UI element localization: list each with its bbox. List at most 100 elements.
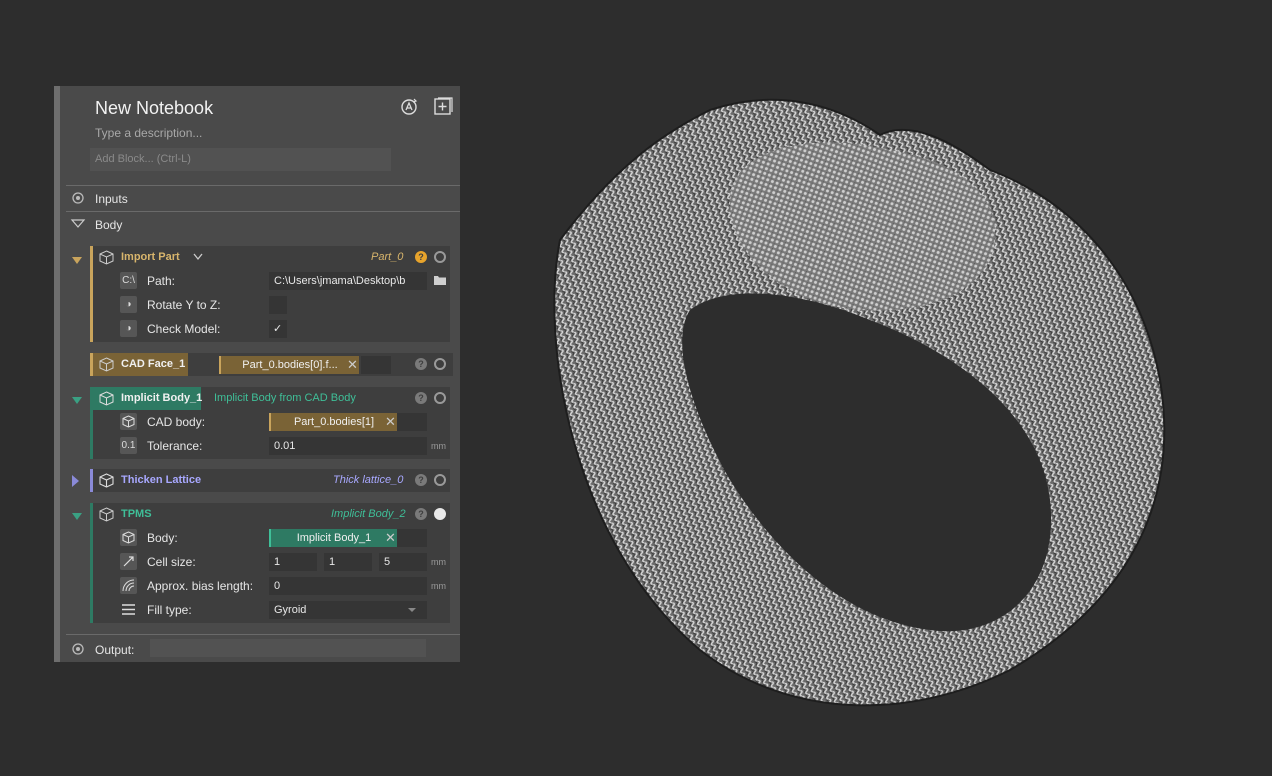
path-row: C:\ Path: C:\Users\jmama\Desktop\b: [93, 269, 450, 293]
status-dot-icon[interactable]: [434, 392, 446, 404]
chevron-down-icon[interactable]: [193, 253, 203, 261]
remove-icon[interactable]: ✕: [385, 413, 396, 431]
import-part-expand-icon[interactable]: [72, 257, 82, 264]
import-part-name: Import Part: [121, 251, 180, 263]
output-label: Output:: [95, 643, 135, 657]
half-circle-icon: ◑: [120, 320, 137, 337]
path-input[interactable]: C:\Users\jmama\Desktop\b: [269, 272, 427, 290]
tpms-block: TPMS Implicit Body_2 ? Body: Implicit Bo…: [90, 503, 450, 623]
folder-icon[interactable]: [433, 274, 447, 286]
fill-type-select[interactable]: Gyroid: [269, 601, 427, 619]
remove-icon[interactable]: ✕: [347, 356, 358, 374]
bias-label: Approx. bias length:: [147, 579, 254, 593]
tpms-body-chip[interactable]: Implicit Body_1: [269, 529, 397, 547]
implicit-cube-icon: [99, 391, 114, 406]
half-circle-icon: ◑: [120, 296, 137, 313]
help-icon[interactable]: ?: [415, 392, 427, 404]
tolerance-icon: 0.1: [120, 437, 137, 454]
diagonal-arrow-icon: [120, 553, 137, 570]
fill-type-row: Fill type: Gyroid: [93, 598, 450, 622]
import-part-header[interactable]: Import Part Part_0 ?: [93, 246, 450, 269]
cad-face-chip[interactable]: Part_0.bodies[0].f...: [219, 356, 359, 374]
import-part-tag: Part_0: [371, 251, 404, 263]
remove-icon[interactable]: ✕: [385, 529, 396, 547]
inputs-section[interactable]: Inputs: [66, 185, 460, 211]
thicken-tag: Thick lattice_0: [333, 474, 404, 486]
output-field[interactable]: [150, 639, 426, 657]
help-icon[interactable]: ?: [415, 251, 427, 263]
cad-face-name: CAD Face_1: [121, 358, 186, 370]
tpms-body-row: Body: Implicit Body_1 ✕: [93, 526, 450, 550]
cad-body-input[interactable]: [397, 413, 427, 431]
tpms-expand-icon[interactable]: [72, 513, 82, 520]
list-icon: [122, 604, 135, 615]
tolerance-label: Tolerance:: [147, 439, 203, 453]
implicit-body-expand-icon[interactable]: [72, 397, 82, 404]
status-dot-filled-icon[interactable]: [434, 508, 446, 520]
cube-icon: [120, 413, 137, 430]
thicken-lattice-block: Thicken Lattice Thick lattice_0 ?: [90, 469, 450, 492]
cell-size-row: Cell size: 1 1 5 mm: [93, 550, 450, 574]
inputs-label: Inputs: [95, 192, 128, 206]
notebook-title[interactable]: New Notebook: [95, 98, 213, 119]
notebook-description[interactable]: Type a description...: [95, 126, 202, 140]
bias-input[interactable]: 0: [269, 577, 427, 595]
gear-cube-icon: [72, 192, 84, 204]
new-notebook-icon[interactable]: [432, 96, 454, 118]
tpms-body-label: Body:: [147, 531, 178, 545]
path-icon: C:\: [120, 272, 137, 289]
regenerate-icon[interactable]: [398, 96, 420, 118]
cad-body-row: CAD body: Part_0.bodies[1] ✕: [93, 410, 450, 434]
import-part-block: Import Part Part_0 ? C:\ Path: C:\Users\…: [90, 246, 450, 342]
help-icon[interactable]: ?: [415, 508, 427, 520]
cube-icon: [99, 357, 114, 372]
fill-type-label: Fill type:: [147, 603, 192, 617]
tolerance-row: 0.1 Tolerance: 0.01 mm: [93, 434, 450, 458]
tolerance-input[interactable]: 0.01: [269, 437, 427, 455]
chevron-down-icon[interactable]: [407, 607, 417, 613]
implicit-cube-icon: [120, 529, 137, 546]
status-dot-icon[interactable]: [434, 251, 446, 263]
check-row: ◑ Check Model: ✓: [93, 317, 450, 341]
bias-unit: mm: [431, 581, 446, 591]
rotate-row: ◑ Rotate Y to Z:: [93, 293, 450, 317]
cell-size-x-input[interactable]: 1: [269, 553, 317, 571]
cell-size-y-input[interactable]: 1: [324, 553, 372, 571]
cad-face-header[interactable]: CAD Face_1 Part_0.bodies[0].f... ✕ ?: [93, 353, 453, 376]
cell-size-z-input[interactable]: 5: [379, 553, 427, 571]
tpms-header[interactable]: TPMS Implicit Body_2 ?: [93, 503, 450, 526]
body-section[interactable]: Body: [66, 211, 460, 237]
cell-size-unit: mm: [431, 557, 446, 567]
rotate-label: Rotate Y to Z:: [147, 298, 221, 312]
thicken-name: Thicken Lattice: [121, 474, 202, 486]
cad-face-input[interactable]: [361, 356, 391, 374]
cube-icon: [99, 250, 114, 265]
cad-body-label: CAD body:: [147, 415, 206, 429]
implicit-cube-icon: [99, 507, 114, 522]
implicit-body-subtitle: Implicit Body from CAD Body: [214, 392, 356, 404]
help-icon[interactable]: ?: [415, 358, 427, 370]
tpms-body-input[interactable]: [397, 529, 427, 547]
rotate-checkbox[interactable]: [269, 296, 287, 314]
lattice-cube-icon: [99, 473, 114, 488]
cad-face-block: CAD Face_1 Part_0.bodies[0].f... ✕ ?: [90, 353, 453, 376]
body-label: Body: [95, 218, 123, 232]
help-icon[interactable]: ?: [415, 474, 427, 486]
output-section: Output:: [66, 634, 460, 663]
collapse-triangle-icon[interactable]: [70, 216, 86, 232]
tolerance-unit: mm: [431, 441, 446, 451]
lattice-band-model[interactable]: [553, 98, 1166, 707]
add-block-input[interactable]: Add Block... (Ctrl-L): [90, 148, 391, 171]
status-dot-icon[interactable]: [434, 358, 446, 370]
check-model-checkbox[interactable]: ✓: [269, 320, 287, 338]
thicken-expand-icon[interactable]: [72, 475, 79, 487]
cad-body-chip[interactable]: Part_0.bodies[1]: [269, 413, 397, 431]
model-viewport[interactable]: [530, 80, 1190, 720]
thicken-header[interactable]: Thicken Lattice Thick lattice_0 ?: [93, 469, 450, 492]
tpms-tag: Implicit Body_2: [331, 508, 406, 520]
gear-cube-icon: [72, 643, 84, 655]
implicit-body-header[interactable]: Implicit Body_1 Implicit Body from CAD B…: [93, 387, 450, 410]
bias-arcs-icon: [120, 577, 137, 594]
check-label: Check Model:: [147, 322, 221, 336]
status-dot-icon[interactable]: [434, 474, 446, 486]
